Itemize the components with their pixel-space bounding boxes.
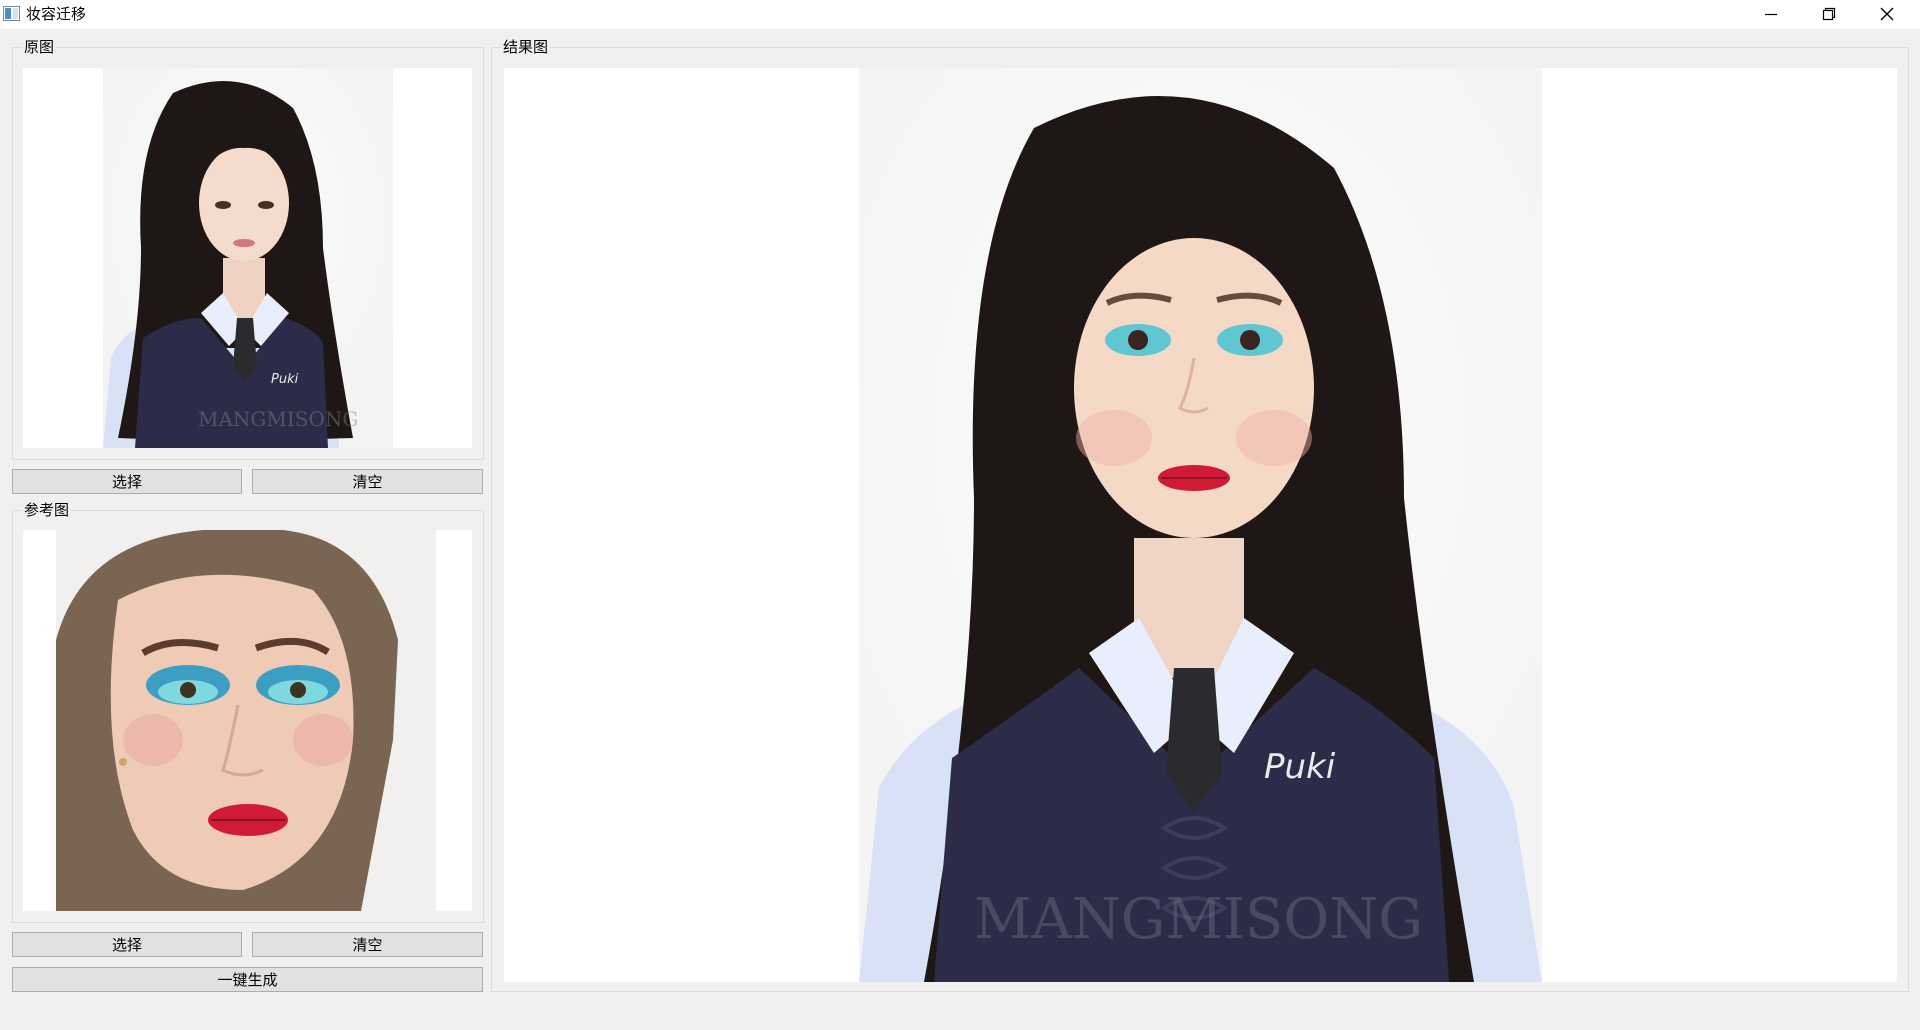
source-clear-button[interactable]: 清空: [252, 469, 483, 494]
reference-portrait-image: [23, 530, 472, 911]
reference-clear-button[interactable]: 清空: [252, 932, 483, 957]
source-watermark: MANGMISONG: [198, 407, 358, 431]
reference-image: [23, 530, 472, 911]
restore-icon: [1822, 7, 1836, 21]
main-window: 妆容迁移 原图 Puki MANGMISONG 选择 清空 参考图 选择 清空 …: [0, 0, 1920, 1030]
reference-select-button[interactable]: 选择: [12, 932, 242, 957]
result-portrait-image: Puki MANGMISONG: [504, 68, 1897, 982]
reference-image-title: 参考图: [22, 501, 72, 519]
result-image: Puki MANGMISONG: [504, 68, 1897, 982]
close-icon: [1880, 7, 1894, 21]
result-watermark: MANGMISONG: [974, 887, 1423, 952]
source-image-title: 原图: [22, 38, 57, 56]
source-portrait-image: Puki MANGMISONG: [23, 68, 472, 448]
source-logo-text: Puki: [271, 372, 299, 387]
minimize-icon: [1765, 13, 1777, 16]
title-bar[interactable]: 妆容迁移: [0, 0, 1920, 29]
result-image-group: 结果图 Puki MANGMISONG: [491, 38, 1909, 992]
minimize-button[interactable]: [1742, 0, 1800, 29]
close-button[interactable]: [1858, 0, 1916, 29]
window-title: 妆容迁移: [26, 5, 87, 23]
source-image: Puki MANGMISONG: [23, 68, 472, 448]
generate-button[interactable]: 一键生成: [12, 967, 483, 992]
app-window-icon: [3, 6, 20, 21]
maximize-button[interactable]: [1800, 0, 1858, 29]
source-select-button[interactable]: 选择: [12, 469, 242, 494]
source-image-group: 原图 Puki MANGMISONG: [12, 38, 484, 460]
reference-image-group: 参考图: [12, 501, 484, 923]
result-logo-text: Puki: [1264, 747, 1336, 787]
result-image-title: 结果图: [501, 38, 551, 56]
